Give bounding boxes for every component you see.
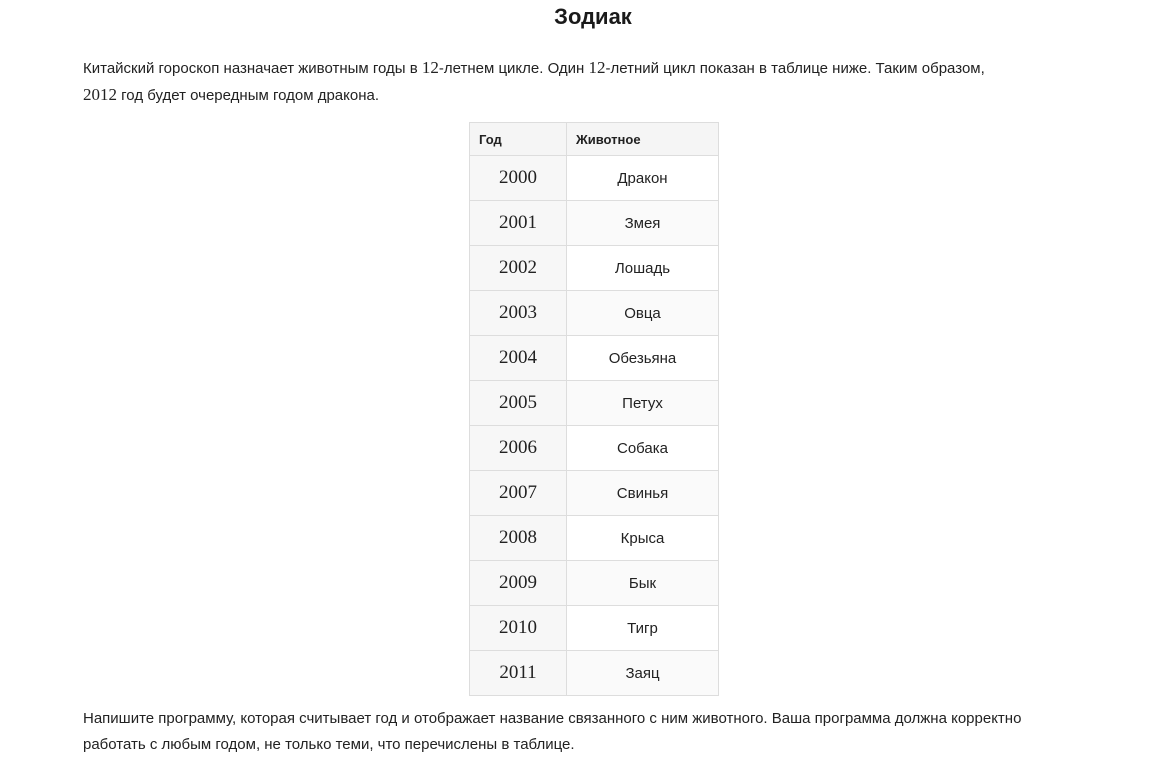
- table-row: 2007 Свинья: [469, 470, 719, 516]
- year-cell: 2004: [469, 335, 567, 381]
- header-animal: Животное: [566, 122, 719, 156]
- year-cell: 2010: [469, 605, 567, 651]
- table-row: 2001 Змея: [469, 200, 719, 246]
- table-row: 2003 Овца: [469, 290, 719, 336]
- table-row: 2000 Дракон: [469, 155, 719, 201]
- animal-cell: Бык: [566, 560, 719, 606]
- animal-cell: Собака: [566, 425, 719, 471]
- table-row: 2008 Крыса: [469, 515, 719, 561]
- intro-text-4: год будет очередным годом дракона.: [117, 87, 379, 104]
- year-cell: 2002: [469, 245, 567, 291]
- animal-cell: Змея: [566, 200, 719, 246]
- year-cell: 2000: [469, 155, 567, 201]
- table-row: 2002 Лошадь: [469, 245, 719, 291]
- animal-cell: Лошадь: [566, 245, 719, 291]
- task-paragraph: Напишите программу, которая считывает го…: [83, 710, 1022, 753]
- cycle-length-number-2: 12: [588, 58, 606, 77]
- table-row: 2011 Заяц: [469, 650, 719, 696]
- animal-cell: Тигр: [566, 605, 719, 651]
- cycle-length-number: 12: [421, 58, 439, 77]
- animal-cell: Заяц: [566, 650, 719, 696]
- year-cell: 2006: [469, 425, 567, 471]
- year-cell: 2001: [469, 200, 567, 246]
- intro-text-2: -летнем цикле. Один: [438, 60, 589, 77]
- animal-cell: Крыса: [566, 515, 719, 561]
- intro-text-1: Китайский гороскоп назначает животным го…: [83, 60, 422, 77]
- intro-text-3: -летний цикл показан в таблице ниже. Так…: [605, 60, 985, 77]
- header-year: Год: [469, 122, 567, 156]
- animal-cell: Дракон: [566, 155, 719, 201]
- year-cell: 2005: [469, 380, 567, 426]
- intro-paragraph: Китайский гороскоп назначает животным го…: [83, 55, 1083, 109]
- year-cell: 2009: [469, 560, 567, 606]
- animal-cell: Овца: [566, 290, 719, 336]
- year-cell: 2003: [469, 290, 567, 336]
- animal-cell: Обезьяна: [566, 335, 719, 381]
- table-row: 2004 Обезьяна: [469, 335, 719, 381]
- animal-cell: Свинья: [566, 470, 719, 516]
- page-title: Зодиак: [554, 4, 632, 29]
- table-row: 2010 Тигр: [469, 605, 719, 651]
- year-cell: 2007: [469, 470, 567, 516]
- year-cell: 2008: [469, 515, 567, 561]
- table-row: 2005 Петух: [469, 380, 719, 426]
- animal-cell: Петух: [566, 380, 719, 426]
- table-row: 2009 Бык: [469, 560, 719, 606]
- example-year-number: 2012: [83, 85, 117, 104]
- zodiac-table: Год Животное 2000 Дракон 2001 Змея 2002 Лош…: [469, 122, 719, 696]
- year-cell: 2011: [469, 650, 567, 696]
- table-row: 2006 Собака: [469, 425, 719, 471]
- table-header-row: Год Животное: [469, 122, 719, 156]
